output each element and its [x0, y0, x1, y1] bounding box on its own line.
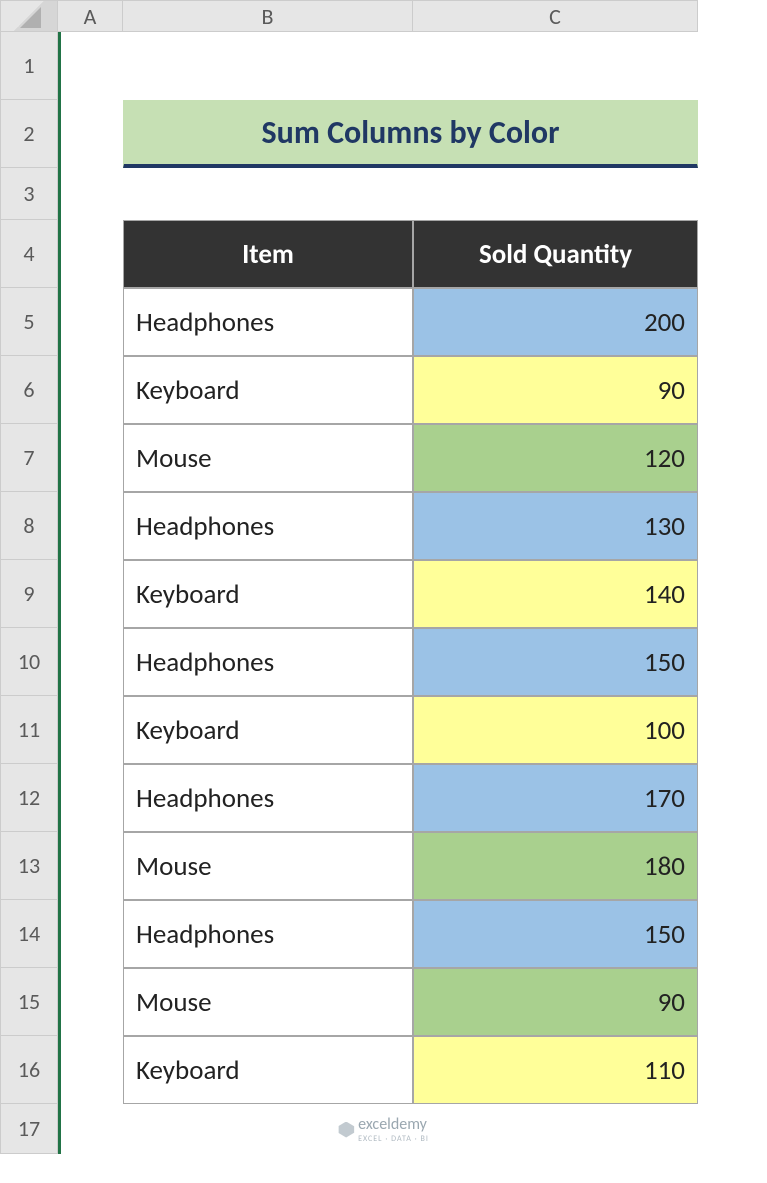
watermark-logo: exceldemy EXCEL · DATA · BI: [338, 1115, 429, 1144]
cell-A13[interactable]: [58, 832, 123, 900]
row-header-14[interactable]: 14: [0, 900, 58, 968]
logo-icon: [338, 1122, 354, 1138]
cell-A4[interactable]: [58, 220, 123, 288]
qty-cell[interactable]: 150: [413, 900, 698, 968]
cell-A2[interactable]: [58, 100, 123, 168]
row-header-15[interactable]: 15: [0, 968, 58, 1036]
cell-A1[interactable]: [58, 32, 123, 100]
item-cell[interactable]: Mouse: [123, 832, 413, 900]
cell-A15[interactable]: [58, 968, 123, 1036]
item-cell[interactable]: Headphones: [123, 492, 413, 560]
item-cell[interactable]: Headphones: [123, 288, 413, 356]
qty-cell[interactable]: 90: [413, 968, 698, 1036]
cell-A17[interactable]: [58, 1104, 123, 1154]
cell-B3[interactable]: [123, 168, 413, 220]
col-header-B[interactable]: B: [123, 0, 413, 32]
row-header-11[interactable]: 11: [0, 696, 58, 764]
item-cell[interactable]: Keyboard: [123, 1036, 413, 1104]
qty-cell[interactable]: 140: [413, 560, 698, 628]
cell-C17[interactable]: [413, 1104, 698, 1154]
col-header-A[interactable]: A: [58, 0, 123, 32]
row-header-2[interactable]: 2: [0, 100, 58, 168]
item-cell[interactable]: Mouse: [123, 968, 413, 1036]
cell-A10[interactable]: [58, 628, 123, 696]
row-header-13[interactable]: 13: [0, 832, 58, 900]
item-cell[interactable]: Headphones: [123, 900, 413, 968]
item-cell[interactable]: Mouse: [123, 424, 413, 492]
table-header-item[interactable]: Item: [123, 220, 413, 288]
spreadsheet-grid: A B C 1 2 Sum Columns by Color 3 4 Item …: [0, 0, 767, 1154]
cell-A3[interactable]: [58, 168, 123, 220]
row-header-7[interactable]: 7: [0, 424, 58, 492]
cell-A9[interactable]: [58, 560, 123, 628]
qty-cell[interactable]: 200: [413, 288, 698, 356]
qty-cell[interactable]: 180: [413, 832, 698, 900]
qty-cell[interactable]: 170: [413, 764, 698, 832]
qty-cell[interactable]: 110: [413, 1036, 698, 1104]
cell-B1[interactable]: [123, 32, 413, 100]
cell-A14[interactable]: [58, 900, 123, 968]
cell-A12[interactable]: [58, 764, 123, 832]
item-cell[interactable]: Keyboard: [123, 696, 413, 764]
qty-cell[interactable]: 150: [413, 628, 698, 696]
logo-subtext: EXCEL · DATA · BI: [358, 1134, 429, 1144]
item-cell[interactable]: Headphones: [123, 628, 413, 696]
row-header-12[interactable]: 12: [0, 764, 58, 832]
col-header-C[interactable]: C: [413, 0, 698, 32]
row-header-8[interactable]: 8: [0, 492, 58, 560]
cell-A6[interactable]: [58, 356, 123, 424]
cell-C1[interactable]: [413, 32, 698, 100]
row-header-5[interactable]: 5: [0, 288, 58, 356]
row-header-16[interactable]: 16: [0, 1036, 58, 1104]
item-cell[interactable]: Keyboard: [123, 560, 413, 628]
row-header-17[interactable]: 17: [0, 1104, 58, 1154]
cell-A11[interactable]: [58, 696, 123, 764]
table-header-qty[interactable]: Sold Quantity: [413, 220, 698, 288]
row-header-6[interactable]: 6: [0, 356, 58, 424]
row-header-4[interactable]: 4: [0, 220, 58, 288]
row-header-1[interactable]: 1: [0, 32, 58, 100]
active-column-indicator: [58, 32, 61, 1154]
item-cell[interactable]: Headphones: [123, 764, 413, 832]
cell-C3[interactable]: [413, 168, 698, 220]
item-cell[interactable]: Keyboard: [123, 356, 413, 424]
select-all-corner[interactable]: [0, 0, 58, 32]
cell-A8[interactable]: [58, 492, 123, 560]
logo-text: exceldemy: [358, 1115, 427, 1134]
cell-A7[interactable]: [58, 424, 123, 492]
qty-cell[interactable]: 120: [413, 424, 698, 492]
row-header-3[interactable]: 3: [0, 168, 58, 220]
qty-cell[interactable]: 130: [413, 492, 698, 560]
row-header-10[interactable]: 10: [0, 628, 58, 696]
qty-cell[interactable]: 100: [413, 696, 698, 764]
cell-A16[interactable]: [58, 1036, 123, 1104]
qty-cell[interactable]: 90: [413, 356, 698, 424]
title-cell[interactable]: Sum Columns by Color: [123, 100, 698, 168]
cell-A5[interactable]: [58, 288, 123, 356]
row-header-9[interactable]: 9: [0, 560, 58, 628]
